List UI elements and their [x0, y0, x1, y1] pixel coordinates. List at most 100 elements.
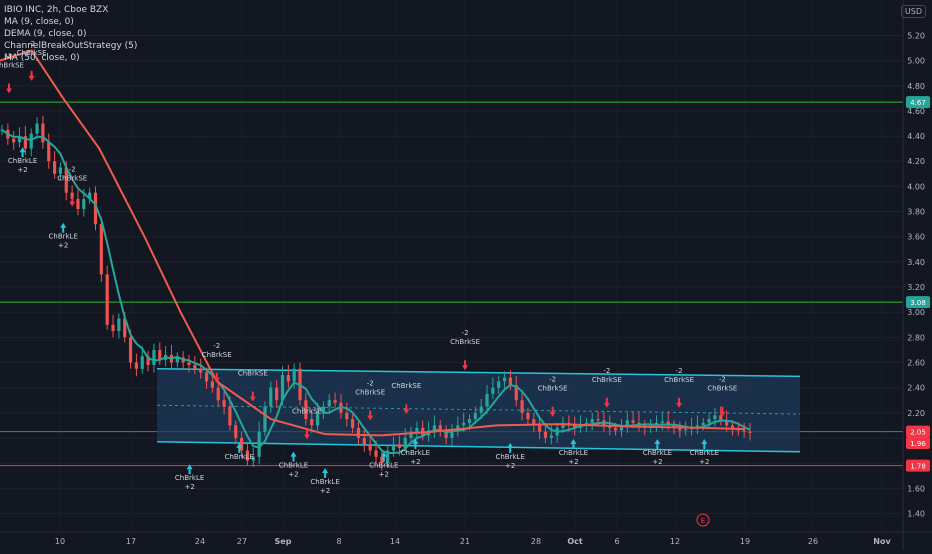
candle-body: [491, 387, 495, 394]
candle-body: [356, 427, 361, 438]
candle-body: [538, 425, 542, 432]
marker-label: +2: [505, 462, 515, 470]
x-tick-label: 26: [808, 537, 818, 546]
marker-label: -2: [69, 166, 76, 174]
candle-body: [707, 419, 711, 423]
y-tick-label: 2.80: [907, 333, 925, 342]
marker-label: ChBrkSE: [707, 385, 737, 393]
marker-label: ChBrkSE: [202, 351, 232, 359]
marker-label: ChBrkSE: [391, 382, 421, 390]
candle-body: [117, 318, 121, 332]
candle-body: [462, 422, 466, 426]
marker-label: ChBrkLE: [690, 449, 719, 457]
chart-title: IBIO INC, 2h, Cboe BZX: [4, 5, 109, 15]
candle-body: [41, 123, 45, 143]
candle-body: [713, 415, 717, 420]
marker-label: +2: [58, 242, 68, 250]
marker-label: ChBrkSE: [355, 389, 385, 397]
candle-body: [134, 362, 139, 369]
x-tick-label: 24: [195, 537, 205, 546]
candle-body: [199, 368, 203, 373]
price-badge-label: 3.08: [910, 299, 926, 307]
candle-body: [701, 422, 705, 426]
candle-body: [742, 430, 746, 432]
y-tick-label: 3.60: [907, 233, 925, 242]
indicator-dema9[interactable]: DEMA (9, close, 0): [4, 28, 137, 40]
candle-body: [473, 412, 477, 420]
candle-body: [450, 431, 454, 438]
marker-label: ChBrkSE: [238, 370, 268, 378]
currency-button[interactable]: USD: [900, 5, 926, 18]
candle-body: [345, 412, 349, 420]
marker-label: ChBrkSE: [57, 175, 87, 183]
candle-body: [216, 387, 220, 401]
marker-label: -2: [549, 376, 556, 384]
candle-body: [239, 437, 244, 451]
y-tick-label: 3.00: [907, 308, 925, 317]
candle-body: [29, 133, 33, 149]
candle-body: [257, 431, 261, 457]
price-badge-label: 4.67: [910, 99, 926, 107]
marker-label: ChBrkSE: [538, 385, 568, 393]
candle-body: [391, 444, 396, 451]
indicator-ma9[interactable]: MA (9, close, 0): [4, 16, 137, 28]
y-tick-label: 4.40: [907, 132, 925, 141]
indicator-channel-breakout[interactable]: ChannelBreakOutStrategy (5): [4, 40, 137, 52]
candle-body: [748, 431, 752, 433]
marker-label: -2: [603, 367, 610, 375]
marker-label: -2: [462, 329, 469, 337]
x-tick-label: 17: [126, 537, 136, 546]
x-tick-label: 8: [336, 537, 341, 546]
marker-label: +2: [288, 471, 298, 479]
y-tick-label: 3.40: [907, 258, 925, 267]
x-tick-label: 21: [460, 537, 470, 546]
candle-body: [228, 406, 232, 426]
marker-label: +2: [17, 166, 27, 174]
y-tick-label: 5.20: [907, 31, 925, 40]
x-tick-label: 10: [55, 537, 65, 546]
price-badge-label: 1.96: [910, 440, 926, 448]
y-tick-label: 2.20: [907, 409, 925, 418]
candle-body: [660, 421, 664, 423]
candle-body: [695, 425, 700, 427]
y-tick-label: 1.60: [907, 484, 925, 493]
candle-body: [222, 400, 226, 407]
y-tick-label: 3.20: [907, 283, 925, 292]
candle-body: [35, 123, 39, 134]
marker-label: ChBrkLE: [225, 453, 254, 461]
marker-label: ChBrkLE: [279, 462, 308, 470]
candle-body: [730, 425, 735, 428]
price-badge-label: 1.78: [910, 463, 926, 471]
candle-body: [526, 412, 530, 420]
y-tick-label: 4.00: [907, 182, 925, 191]
marker-label: ChBrkLE: [495, 453, 524, 461]
candle-body: [543, 431, 548, 438]
marker-label: ChBrkSE: [450, 338, 480, 346]
price-chart[interactable]: -2ChBrkSE-2ChBrkSEChBrkLE+2-2ChBrkSEChBr…: [0, 0, 932, 550]
candle-body: [485, 393, 489, 407]
candle-body: [47, 142, 51, 162]
marker-label: -2: [367, 380, 374, 388]
candle-body: [310, 419, 314, 426]
x-tick-label: 12: [670, 537, 680, 546]
candle-body: [415, 427, 419, 432]
chart-container[interactable]: -2ChBrkSE-2ChBrkSEChBrkLE+2-2ChBrkSEChBr…: [0, 0, 932, 550]
x-tick-label: 14: [390, 537, 400, 546]
candle-body: [269, 387, 273, 407]
candle-body: [234, 425, 238, 438]
indicator-ma50[interactable]: MA (50, close, 0): [4, 52, 137, 64]
channel-fill: [157, 368, 800, 452]
candle-body: [362, 437, 366, 445]
candle-body: [368, 444, 372, 451]
candle-body: [204, 372, 209, 382]
candle-body: [631, 420, 635, 423]
marker-label: -2: [676, 367, 683, 375]
candle-body: [596, 419, 600, 421]
candle-body: [374, 450, 378, 457]
candle-body: [140, 356, 144, 369]
candle-body: [99, 224, 103, 275]
candle-body: [333, 400, 337, 403]
marker-label: ChBrkLE: [310, 478, 339, 486]
marker-label: -2: [213, 342, 220, 350]
candle-body: [187, 362, 191, 365]
